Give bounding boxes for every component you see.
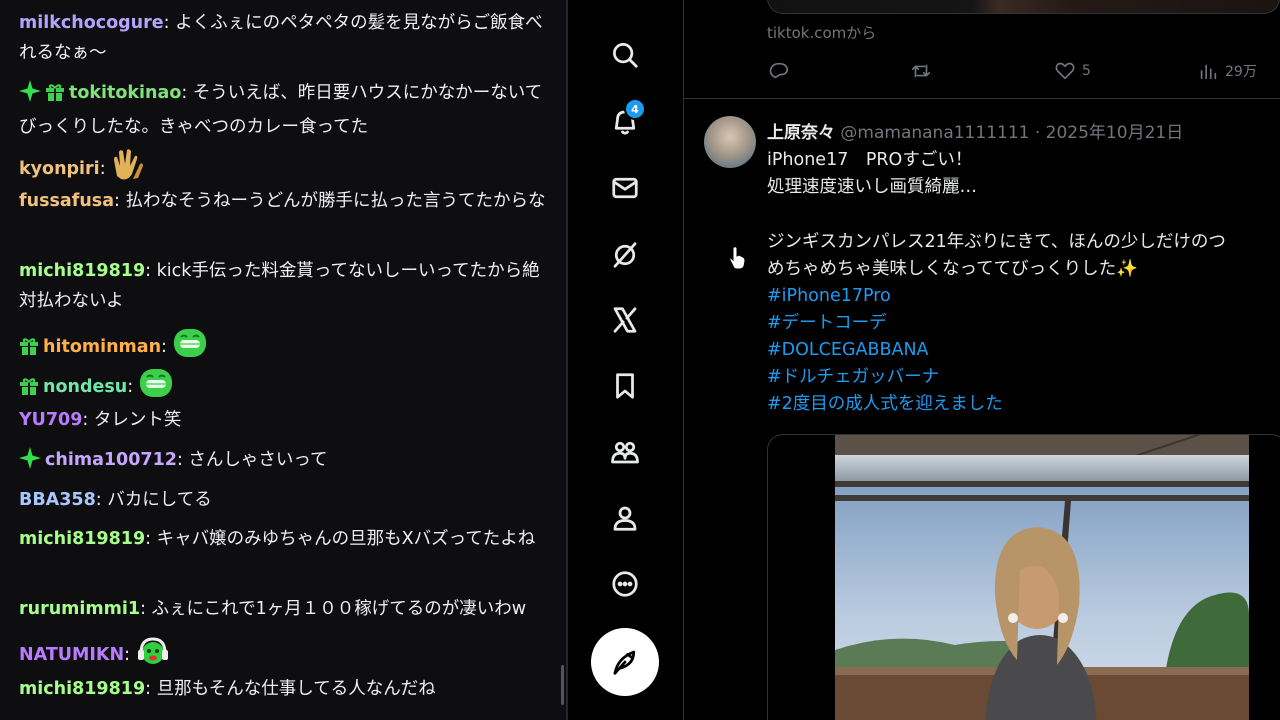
views-button[interactable]: 29万 [1197,60,1257,82]
grin-emote [139,366,173,410]
chat-message: michi819819: 旦那もそんな仕事してる人なんだね [19,679,436,699]
x-premium-icon[interactable] [605,300,645,340]
views-chart-icon [1200,64,1217,80]
chat-message: YU709: タレント笑 [19,410,182,430]
chat-username[interactable]: milkchocogure [19,13,164,33]
repost-icon [911,64,931,78]
chat-text: さんしゃさいって [188,450,328,470]
chat-username[interactable]: rurumimmi1 [19,599,140,619]
headphone-emote [136,634,170,678]
chat-username[interactable]: nondesu [43,377,127,397]
sparkle-badge-icon[interactable] [19,80,41,112]
avatar[interactable] [704,116,756,168]
communities-icon[interactable] [605,432,645,472]
grin-emote [173,326,207,370]
chat-username[interactable]: NATUMIKN [19,645,124,665]
tweet-text-line: iPhone17 PROすごい！ [767,150,973,170]
reply-button[interactable] [768,60,790,82]
chat-scrollbar[interactable] [561,665,564,705]
video-frame [835,435,1249,720]
heart-icon [1055,62,1075,80]
hashtag-link[interactable]: #DOLCEGABBANA [767,337,929,364]
tweet-text-line: めちゃめちゃ美味しくなっててびっくりした✨ [767,259,1138,279]
chat-username[interactable]: michi819819 [19,679,145,699]
compose-post-button[interactable] [591,628,659,696]
view-count: 29万 [1225,64,1257,80]
chat-message: nondesu: [19,366,549,410]
chat-text: キャバ嬢のみゆちゃんの旦那もXバズってたよね [156,529,536,549]
author-name[interactable]: 上原奈々 [767,123,835,143]
mouse-pointer-icon [729,246,746,270]
timeline: tiktok.comから 5 29万 上原奈々 @mamanana1111111… [684,0,1280,720]
hashtag-link[interactable]: #2度目の成人式を迎えました [767,391,1003,418]
chat-username[interactable]: michi819819 [19,529,145,549]
chat-username[interactable]: fussafusa [19,191,114,211]
tweet-separator [684,98,1280,99]
chat-message: rurumimmi1: ふぇにこれで1ヶ月１００稼げてるのが凄いわw [19,599,527,619]
chat-username[interactable]: BBA358 [19,490,96,510]
more-icon[interactable] [605,564,645,604]
sparkle-badge-icon[interactable] [19,447,41,479]
chat-username[interactable]: michi819819 [19,261,145,281]
chat-username[interactable]: chima100712 [45,450,177,470]
chat-message: milkchocogure: よくふぇにのペタペタの髪を見ながらご飯食べれるなぁ… [19,13,543,63]
profile-icon[interactable] [605,498,645,538]
tweet-text-line: ジンギスカンパレス21年ぶりにきて、ほんの少しだけのつ [767,232,1226,252]
chat-text: タレント笑 [93,410,182,430]
home-icon[interactable] [605,0,645,20]
chat-message: michi819819: キャバ嬢のみゆちゃんの旦那もXバズってたよね [19,529,536,549]
chat-username[interactable]: tokitokinao [69,83,181,103]
bookmarks-icon[interactable] [605,366,645,406]
chat-message: fussafusa: 払わなそうねーうどんが勝手に払った言うてたからな [19,191,546,211]
tweet-header: 上原奈々 @mamanana1111111 · 2025年10月21日 [767,118,1183,143]
hashtag-link[interactable]: #デートコーデ [767,310,887,337]
chat-username[interactable]: kyonpiri [19,159,100,179]
chat-message: tokitokinao: そういえば、昨日要ハウスにかなかーないてびっくりしたな… [19,78,549,142]
feather-icon [613,650,636,675]
messages-icon[interactable] [605,168,645,208]
chat-message: michi819819: kick手伝った料金貰ってないしーいってたから絶対払わ… [19,261,540,311]
notification-count-badge: 4 [624,98,646,120]
chat-panel: milkchocogure: よくふぇにのペタペタの髪を見ながらご飯食べれるなぁ… [0,0,566,720]
tweet-text-line: 処理速度速いし画質綺麗… [767,177,977,197]
previous-tweet-media[interactable] [767,0,1280,14]
chat-message: chima100712: さんしゃさいって [19,445,549,479]
chat-text: ふぇにこれで1ヶ月１００稼げてるのが凄いわw [151,599,527,619]
chat-username[interactable]: hitominman [43,337,161,357]
repost-button[interactable] [910,60,932,82]
chat-text: 払わなそうねーうどんが勝手に払った言うてたからな [125,191,546,211]
like-count: 5 [1082,63,1091,79]
grok-icon[interactable] [605,235,645,275]
link-source[interactable]: tiktok.comから [767,22,876,43]
chat-message: NATUMIKN: [19,634,549,678]
hashtag-link[interactable]: #ドルチェガッバーナ [767,364,939,391]
chat-message: hitominman: [19,326,549,370]
author-handle-date[interactable]: @mamanana1111111 · 2025年10月21日 [840,123,1183,143]
like-button[interactable]: 5 [1054,60,1091,82]
chat-username[interactable]: YU709 [19,410,82,430]
reply-icon [769,62,789,79]
gift-badge-icon[interactable] [45,82,65,112]
hashtag-link[interactable]: #iPhone17Pro [767,283,891,310]
chat-text: バカにしてる [107,490,212,510]
tweet-video[interactable] [767,434,1280,720]
gift-badge-icon[interactable] [19,376,39,406]
gift-badge-icon[interactable] [19,336,39,366]
chat-text: 旦那もそんな仕事してる人なんだね [156,679,436,699]
chat-message: BBA358: バカにしてる [19,490,212,510]
search-icon[interactable] [605,35,645,75]
